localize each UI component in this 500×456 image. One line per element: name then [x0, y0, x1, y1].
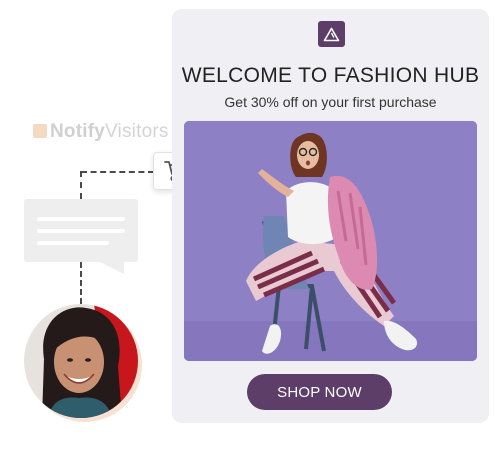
- avatar-photo: [24, 304, 138, 418]
- watermark-brand-bold: Notify: [50, 121, 106, 142]
- chat-bubble: [24, 199, 138, 262]
- popup-card: WELCOME TO FASHION HUB Get 30% off on yo…: [172, 9, 489, 423]
- connector-line: [80, 171, 82, 199]
- page-title: WELCOME TO FASHION HUB: [181, 64, 480, 87]
- notifyvisitors-watermark: NotifyVisitors: [33, 121, 169, 143]
- shop-now-button[interactable]: SHOP NOW: [247, 374, 392, 410]
- watermark-logo-icon: [33, 124, 47, 138]
- chat-line-placeholder: [37, 217, 125, 221]
- chat-line-placeholder: [37, 241, 109, 245]
- connector-line: [81, 171, 154, 173]
- chat-bubble-tail: [100, 262, 124, 274]
- connector-line: [80, 262, 82, 304]
- avatar: [24, 304, 138, 418]
- chat-line-placeholder: [37, 229, 125, 233]
- promo-subtitle: Get 30% off on your first purchase: [224, 94, 437, 110]
- watermark-brand-light: Visitors: [105, 121, 169, 142]
- triangle-logo-icon: [318, 21, 345, 47]
- hero-image: [184, 121, 477, 361]
